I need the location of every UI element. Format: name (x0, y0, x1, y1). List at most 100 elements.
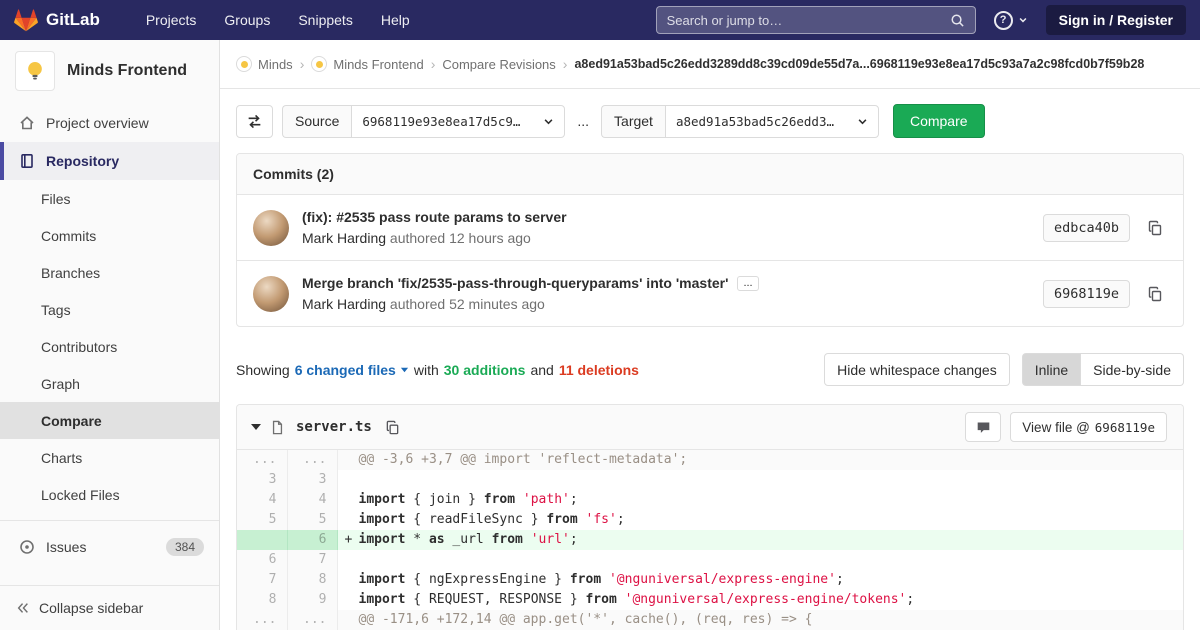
gitlab-brand-text: GitLab (46, 10, 100, 30)
diff-old-line-number[interactable]: 6 (237, 550, 287, 570)
commit-title-link[interactable]: (fix): #2535 pass route params to server (302, 209, 567, 225)
additions-count: 30 additions (444, 362, 526, 378)
sign-in-register-button[interactable]: Sign in / Register (1046, 5, 1186, 35)
breadcrumb-item-compare-revisions[interactable]: Compare Revisions (442, 57, 555, 72)
view-file-button[interactable]: View file @ 6968119e (1010, 412, 1167, 442)
caret-down-icon (400, 365, 409, 374)
diff-line: 6 +import * as _url from 'url'; (237, 530, 1183, 550)
commit-sha-badge[interactable]: edbca40b (1043, 214, 1130, 242)
copy-sha-button[interactable] (1143, 282, 1167, 306)
diff-line: 7 8 import { ngExpressEngine } from '@ng… (237, 570, 1183, 590)
project-name: Minds Frontend (67, 62, 187, 80)
diff-old-line-number[interactable]: 8 (237, 590, 287, 610)
diff-line: ... ... @@ -171,6 +172,14 @@ app.get('*'… (237, 610, 1183, 630)
commits-panel: Commits (2) (fix): #2535 pass route para… (236, 153, 1184, 327)
side-by-side-view-button[interactable]: Side-by-side (1081, 353, 1184, 386)
help-dropdown[interactable]: ? (994, 11, 1028, 30)
swap-revisions-button[interactable] (236, 105, 273, 138)
sidebar-item-charts[interactable]: Charts (0, 439, 219, 476)
compare-button[interactable]: Compare (893, 104, 985, 138)
sidebar-item-contributors[interactable]: Contributors (0, 328, 219, 365)
compare-revisions-form: Source 6968119e93e8ea17d5c9… ... Target … (220, 89, 1200, 153)
copy-file-path-button[interactable] (381, 416, 404, 439)
chevron-down-icon (543, 116, 554, 127)
author-avatar[interactable] (253, 276, 289, 312)
breadcrumb-separator: › (431, 56, 436, 72)
repository-subnav: FilesCommitsBranchesTagsContributorsGrap… (0, 180, 219, 513)
inline-view-button[interactable]: Inline (1022, 353, 1081, 386)
diff-old-line-number[interactable]: 5 (237, 510, 287, 530)
collapse-diff-caret-icon[interactable] (251, 424, 261, 430)
collapse-sidebar-button[interactable]: Collapse sidebar (0, 585, 219, 630)
diff-old-line-number[interactable]: 4 (237, 490, 287, 510)
breadcrumb-avatar (311, 56, 327, 72)
diff-line-content: import * as _url from 'url'; (359, 532, 578, 547)
search-icon (950, 13, 965, 28)
sidebar-nav: Project overview Repository FilesCommits… (0, 104, 219, 566)
sidebar-item-locked-files[interactable]: Locked Files (0, 476, 219, 513)
diff-new-line-number[interactable]: ... (287, 450, 337, 470)
breadcrumb-label: Minds (258, 57, 293, 72)
author-avatar[interactable] (253, 210, 289, 246)
breadcrumb-item-minds-frontend[interactable]: Minds Frontend (311, 56, 423, 72)
gitlab-logo-link[interactable]: GitLab (14, 9, 100, 32)
nav-link-projects[interactable]: Projects (146, 12, 197, 28)
diff-old-line-number[interactable]: ... (237, 450, 287, 470)
sidebar-item-repository[interactable]: Repository (0, 142, 219, 180)
sidebar-item-project-overview[interactable]: Project overview (0, 104, 219, 142)
diff-old-line-number[interactable]: 3 (237, 470, 287, 490)
nav-link-groups[interactable]: Groups (224, 12, 270, 28)
project-avatar (15, 51, 55, 91)
sidebar-item-compare[interactable]: Compare (0, 402, 219, 439)
sidebar-item-commits[interactable]: Commits (0, 217, 219, 254)
diff-new-line-number[interactable]: 7 (287, 550, 337, 570)
diff-new-line-number[interactable]: 3 (287, 470, 337, 490)
commit-title-link[interactable]: Merge branch 'fix/2535-pass-through-quer… (302, 275, 728, 291)
diff-line-code: +import * as _url from 'url'; (337, 530, 1183, 550)
source-branch-value: 6968119e93e8ea17d5c9… (362, 114, 520, 129)
diff-file-header: server.ts View file @ 6968119e (237, 405, 1183, 450)
collapse-sidebar-label: Collapse sidebar (39, 600, 143, 616)
sidebar-item-tags[interactable]: Tags (0, 291, 219, 328)
hide-whitespace-button[interactable]: Hide whitespace changes (824, 353, 1010, 386)
target-branch-dropdown[interactable]: a8ed91a53bad5c26edd3… (665, 105, 879, 138)
changed-files-dropdown[interactable]: 6 changed files (295, 362, 409, 378)
diff-new-line-number[interactable]: 4 (287, 490, 337, 510)
sidebar-item-graph[interactable]: Graph (0, 365, 219, 402)
diff-old-line-number[interactable]: 7 (237, 570, 287, 590)
nav-link-snippets[interactable]: Snippets (298, 12, 352, 28)
source-branch-dropdown[interactable]: 6968119e93e8ea17d5c9… (351, 105, 565, 138)
global-search[interactable] (656, 6, 976, 34)
diff-view-mode-group: Inline Side-by-side (1022, 353, 1184, 386)
commit-author-link[interactable]: Mark Harding (302, 230, 386, 246)
diff-new-line-number[interactable]: 5 (287, 510, 337, 530)
commit-author-link[interactable]: Mark Harding (302, 296, 386, 312)
diff-old-line-number[interactable] (237, 530, 287, 550)
diff-new-line-number[interactable]: ... (287, 610, 337, 630)
nav-link-help[interactable]: Help (381, 12, 410, 28)
sidebar-item-issues[interactable]: Issues 384 (0, 528, 219, 566)
diff-line-content: import { readFileSync } from 'fs'; (359, 512, 625, 527)
toggle-file-comments-button[interactable] (965, 412, 1001, 442)
sidebar-item-files[interactable]: Files (0, 180, 219, 217)
diff-line-code: import { REQUEST, RESPONSE } from '@ngun… (337, 590, 1183, 610)
diff-filename[interactable]: server.ts (296, 419, 372, 435)
diff-line: ... ... @@ -3,6 +3,7 @@ import 'reflect-… (237, 450, 1183, 470)
diff-line-code: @@ -3,6 +3,7 @@ import 'reflect-metadata… (337, 450, 1183, 470)
chevron-down-icon (1018, 15, 1028, 25)
diff-old-line-number[interactable]: ... (237, 610, 287, 630)
diff-line-code (337, 470, 1183, 490)
expand-commit-message-button[interactable]: ... (737, 276, 758, 291)
main-content: Minds › Minds Frontend › Compare Revisio… (220, 0, 1200, 630)
search-input[interactable] (667, 13, 950, 28)
diff-line-content: @@ -3,6 +3,7 @@ import 'reflect-metadata… (359, 452, 688, 467)
commit-sha-badge[interactable]: 6968119e (1043, 280, 1130, 308)
breadcrumb: Minds › Minds Frontend › Compare Revisio… (220, 40, 1200, 89)
sidebar-item-branches[interactable]: Branches (0, 254, 219, 291)
breadcrumb-item-minds[interactable]: Minds (236, 56, 293, 72)
diff-new-line-number[interactable]: 8 (287, 570, 337, 590)
diff-new-line-number[interactable]: 6 (287, 530, 337, 550)
copy-sha-button[interactable] (1143, 216, 1167, 240)
diff-new-line-number[interactable]: 9 (287, 590, 337, 610)
project-header[interactable]: Minds Frontend (0, 40, 219, 104)
